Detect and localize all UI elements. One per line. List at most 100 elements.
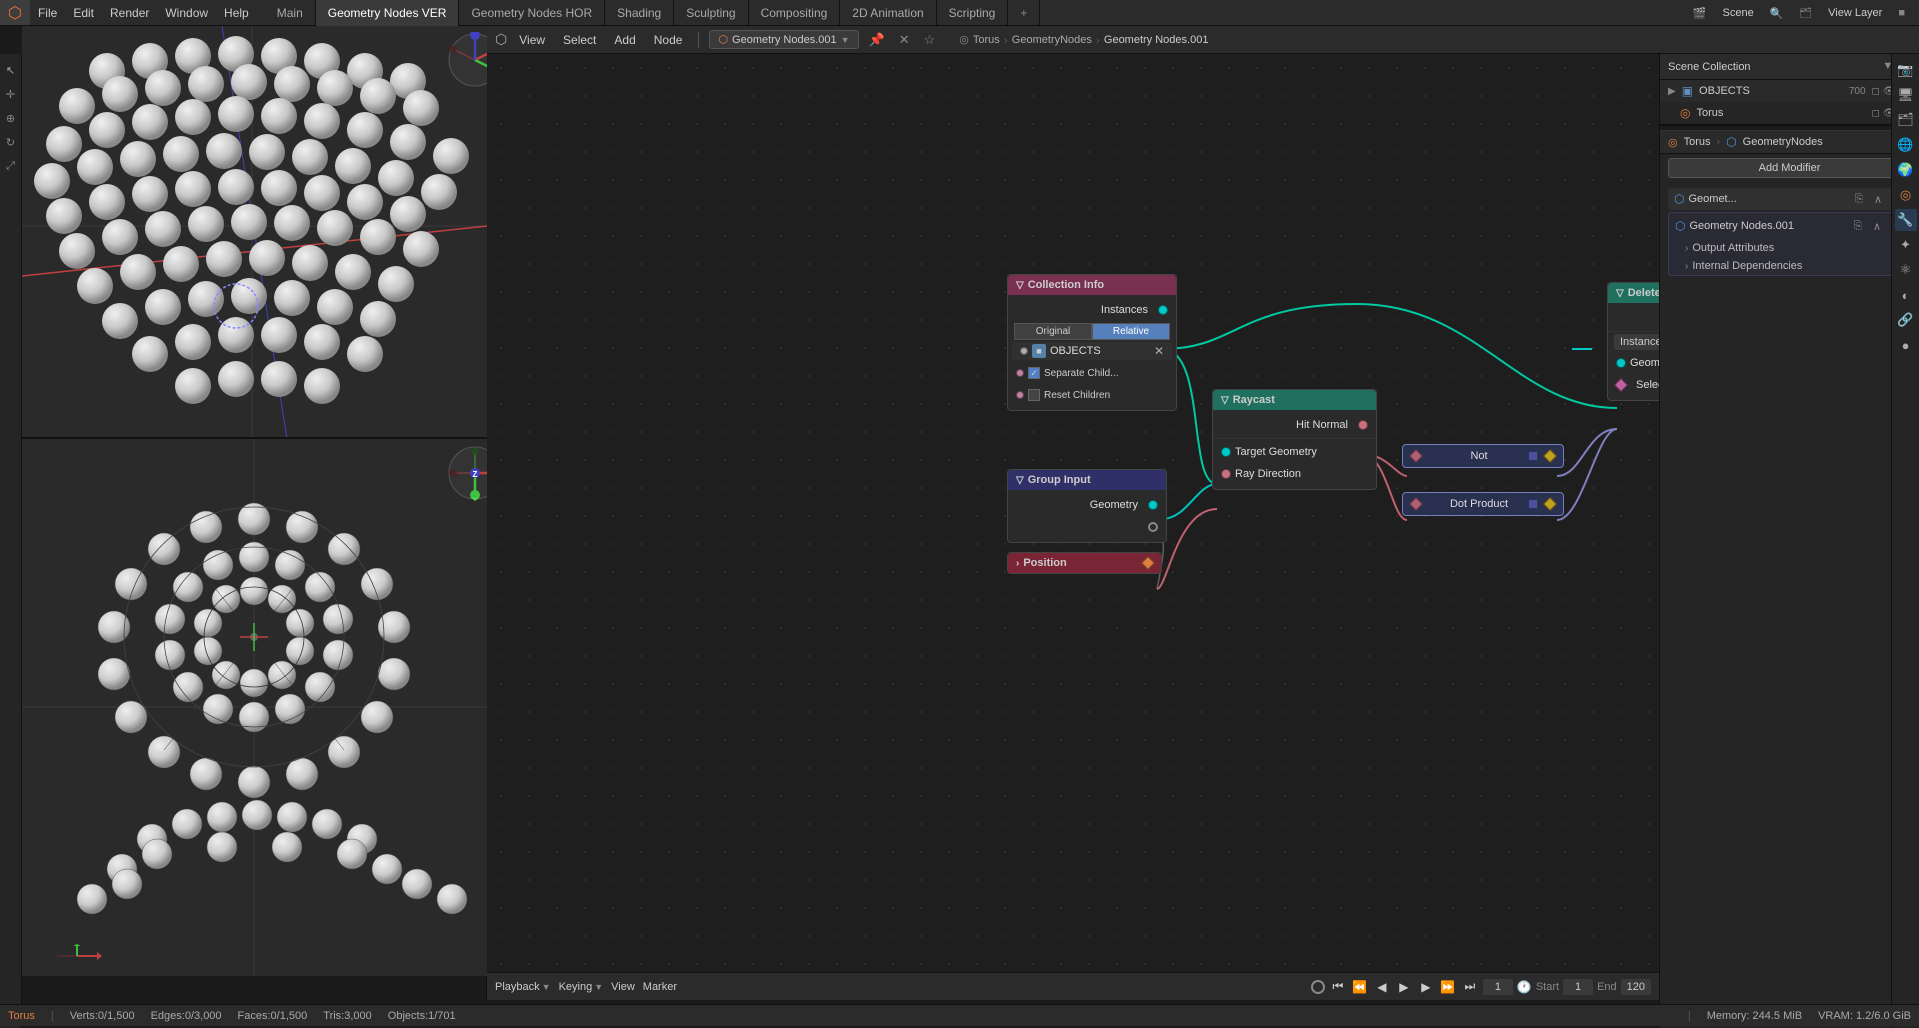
objects-expand-icon[interactable]: ▶ — [1668, 86, 1676, 97]
not-output-socket[interactable] — [1543, 449, 1557, 463]
modifier-selector[interactable]: ⬡ Geometry Nodes.001 ▼ — [709, 30, 858, 49]
node-collection-info[interactable]: ▽ Collection Info Instances Original Rel… — [1007, 274, 1177, 411]
select-menu[interactable]: Select — [557, 31, 602, 49]
not-input-socket[interactable] — [1409, 449, 1423, 463]
search-icon[interactable]: 🔍 — [1764, 5, 1790, 22]
view-menu[interactable]: View — [513, 31, 551, 49]
add-modifier-btn[interactable]: Add Modifier — [1668, 158, 1911, 178]
prop-particles-icon[interactable]: ✦ — [1895, 234, 1917, 256]
instances-socket[interactable] — [1158, 305, 1168, 315]
prop-output-icon[interactable]: 🖥 — [1895, 84, 1917, 106]
next-frame-btn[interactable]: ▶ — [1417, 978, 1435, 996]
prop-constraints-icon[interactable]: 🔗 — [1895, 309, 1917, 331]
node-position[interactable]: › Position — [1007, 552, 1162, 574]
restrict-select-icon[interactable]: ◻ — [1872, 86, 1880, 97]
delete-geo-geometry-socket[interactable] — [1616, 358, 1626, 368]
record-btn[interactable] — [1311, 980, 1325, 994]
tab-shading[interactable]: Shading — [605, 0, 674, 26]
objects-collection-item[interactable]: ▶ ▣ OBJECTS 700 ◻ 👁 📷 — [1660, 80, 1919, 102]
prop-modifier-icon[interactable]: 🔧 — [1895, 209, 1917, 231]
prop-view-layer-icon[interactable]: 🗂 — [1895, 109, 1917, 131]
select-tool-icon[interactable]: ↖ — [0, 58, 23, 82]
position-output-socket[interactable] — [1141, 556, 1155, 570]
group-input-empty-socket[interactable] — [1148, 522, 1158, 532]
rotate-tool-icon[interactable]: ↻ — [0, 130, 23, 154]
scene-icon[interactable]: 🎬 — [1687, 5, 1713, 22]
prop-render-icon[interactable]: 📷 — [1895, 59, 1917, 81]
prop-world-icon[interactable]: 🌍 — [1895, 159, 1917, 181]
modifier-gn001-header[interactable]: ⬡ Geometry Nodes.001 ⎘ ∧ ✕ — [1669, 215, 1910, 237]
next-keyframe-btn[interactable]: ⏩ — [1439, 978, 1457, 996]
node-delete-geometry[interactable]: ▽ Delete Geometry Geometry Instance ▼ — [1607, 282, 1659, 401]
menu-edit[interactable]: Edit — [65, 0, 102, 25]
tab-add[interactable]: + — [1008, 0, 1040, 26]
prop-scene-icon[interactable]: 🌐 — [1895, 134, 1917, 156]
relative-btn[interactable]: Relative — [1092, 323, 1170, 340]
view-layer-name[interactable]: View Layer — [1822, 5, 1888, 21]
node-not[interactable]: Not — [1402, 444, 1564, 468]
tab-geometry-nodes-ver[interactable]: Geometry Nodes VER — [316, 0, 460, 26]
scale-tool-icon[interactable]: ⤢ — [0, 154, 23, 178]
skip-end-btn[interactable]: ⏭ — [1461, 978, 1479, 996]
marker-menu[interactable]: Marker — [643, 981, 677, 993]
move-tool-icon[interactable]: ⊕ — [0, 106, 23, 130]
objects-close-btn[interactable]: ✕ — [1154, 344, 1164, 358]
menu-render[interactable]: Render — [102, 0, 157, 25]
end-frame[interactable]: 120 — [1621, 979, 1651, 995]
ray-direction-socket[interactable] — [1221, 469, 1231, 479]
bc-gn-001[interactable]: Geometry Nodes.001 — [1104, 34, 1209, 46]
viewport-bottom[interactable]: X Y Z — [22, 439, 509, 976]
modifier-geom-up-icon[interactable]: ∧ — [1870, 191, 1886, 207]
prev-frame-btn[interactable]: ◀ — [1373, 978, 1391, 996]
internal-dependencies-item[interactable]: › Internal Dependencies — [1669, 257, 1910, 275]
modifier-geom-item[interactable]: ⬡ Geomet... ⎘ ∧ ✕ — [1668, 188, 1911, 210]
playback-menu[interactable]: Playback ▼ — [495, 981, 551, 993]
tab-scripting[interactable]: Scripting — [937, 0, 1009, 26]
render-icon[interactable]: ■ — [1892, 5, 1911, 21]
prop-object-icon[interactable]: ◎ — [1895, 184, 1917, 206]
objects-selector[interactable]: ■ OBJECTS ✕ — [1012, 342, 1172, 360]
node-group-input[interactable]: ▽ Group Input Geometry — [1007, 469, 1167, 543]
node-editor-icon[interactable]: ⬡ — [495, 31, 507, 48]
prev-keyframe-btn[interactable]: ⏪ — [1351, 978, 1369, 996]
menu-file[interactable]: File — [30, 0, 65, 25]
group-input-geometry-socket[interactable] — [1148, 500, 1158, 510]
tab-compositing[interactable]: Compositing — [749, 0, 841, 26]
hit-normal-socket[interactable] — [1358, 420, 1368, 430]
node-canvas[interactable]: ▽ Collection Info Instances Original Rel… — [487, 54, 1659, 972]
bc-geometry-nodes[interactable]: GeometryNodes — [1012, 34, 1092, 46]
play-btn[interactable]: ▶ — [1395, 978, 1413, 996]
current-frame[interactable]: 1 — [1483, 979, 1513, 995]
dot-product-input-socket[interactable] — [1409, 497, 1423, 511]
node-dot-product[interactable]: Dot Product — [1402, 492, 1564, 516]
torus-restrict-select[interactable]: ◻ — [1872, 108, 1880, 119]
node-raycast[interactable]: ▽ Raycast Hit Normal Target Geometry — [1212, 389, 1377, 490]
view-menu-timeline[interactable]: View — [611, 981, 635, 993]
keying-menu[interactable]: Keying ▼ — [559, 981, 604, 993]
start-frame[interactable]: 1 — [1563, 979, 1593, 995]
output-attributes-item[interactable]: › Output Attributes — [1669, 239, 1910, 257]
menu-help[interactable]: Help — [216, 0, 257, 25]
prop-object-data-icon[interactable]: ◐ — [1895, 284, 1917, 306]
instance-dropdown[interactable]: Instance ▼ — [1614, 334, 1659, 350]
add-menu[interactable]: Add — [608, 31, 641, 49]
modifier-gn001-up-icon[interactable]: ∧ — [1869, 218, 1885, 234]
node-close-btn[interactable]: ✕ — [895, 32, 914, 48]
cursor-tool-icon[interactable]: ✛ — [0, 82, 23, 106]
skip-start-btn[interactable]: ⏮ — [1329, 978, 1347, 996]
delete-geo-selection-socket[interactable] — [1614, 378, 1628, 392]
reset-children-checkbox[interactable] — [1028, 389, 1040, 401]
original-btn[interactable]: Original — [1014, 323, 1092, 340]
modifier-gn001-copy-icon[interactable]: ⎘ — [1850, 218, 1866, 234]
target-geometry-socket[interactable] — [1221, 447, 1231, 457]
node-star-btn[interactable]: ☆ — [920, 32, 940, 48]
bc-torus[interactable]: Torus — [973, 34, 1000, 46]
torus-collection-item[interactable]: ◎ Torus ◻ 👁 📷 — [1660, 102, 1919, 124]
prop-physics-icon[interactable]: ⚛ — [1895, 259, 1917, 281]
dot-product-output-socket[interactable] — [1543, 497, 1557, 511]
node-menu[interactable]: Node — [648, 31, 689, 49]
tab-geometry-nodes-hor[interactable]: Geometry Nodes HOR — [459, 0, 605, 26]
node-pin-btn[interactable]: 📌 — [865, 32, 889, 48]
blender-icon[interactable]: ⬡ — [0, 0, 30, 25]
prop-material-icon[interactable]: ● — [1895, 334, 1917, 356]
